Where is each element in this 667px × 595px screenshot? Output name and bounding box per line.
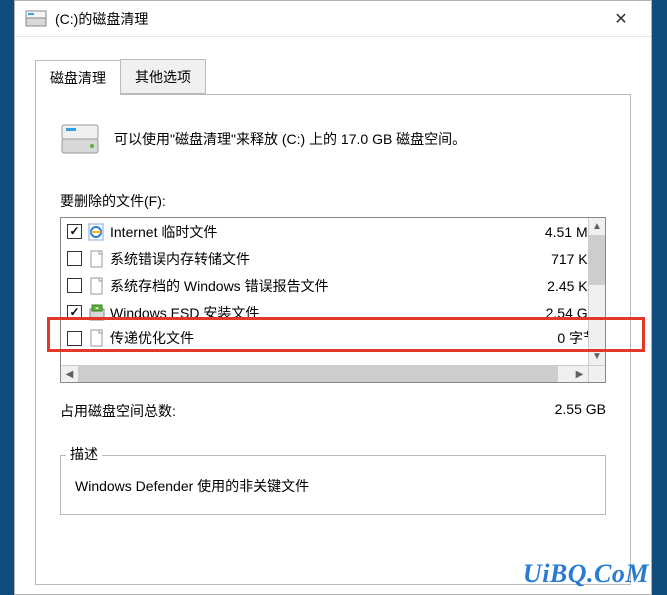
file-name: Internet 临时文件 bbox=[110, 222, 519, 242]
file-row[interactable]: Windows ESD 安装文件2.54 GB bbox=[61, 299, 605, 326]
scroll-up-button[interactable]: ▲ bbox=[589, 218, 605, 235]
checkbox[interactable] bbox=[67, 278, 82, 293]
checkbox[interactable] bbox=[67, 224, 82, 239]
file-type-icon bbox=[88, 329, 106, 347]
total-value: 2.55 GB bbox=[555, 401, 606, 421]
file-size: 717 KB bbox=[519, 251, 599, 267]
tab-other-options[interactable]: 其他选项 bbox=[120, 59, 206, 94]
tab-strip: 磁盘清理 其他选项 bbox=[35, 59, 631, 95]
file-size: 2.45 KB bbox=[519, 278, 599, 294]
scroll-right-button[interactable]: ▶ bbox=[571, 366, 588, 382]
scroll-left-button[interactable]: ◀ bbox=[61, 366, 78, 382]
scroll-corner bbox=[588, 365, 605, 382]
description-text: Windows Defender 使用的非关键文件 bbox=[60, 455, 606, 515]
file-name: 系统存档的 Windows 错误报告文件 bbox=[110, 276, 519, 296]
file-type-icon bbox=[88, 223, 106, 241]
window-title: (C:)的磁盘清理 bbox=[55, 9, 601, 29]
horizontal-scrollbar[interactable]: ◀ ▶ bbox=[61, 365, 588, 382]
watermark-text: UiBQ.CoM bbox=[523, 559, 649, 589]
checkbox[interactable] bbox=[67, 331, 82, 346]
file-name: Windows ESD 安装文件 bbox=[110, 303, 519, 323]
intro-row: 可以使用"磁盘清理"来释放 (C:) 上的 17.0 GB 磁盘空间。 bbox=[60, 121, 606, 157]
total-row: 占用磁盘空间总数: 2.55 GB bbox=[60, 401, 606, 421]
file-size: 4.51 MB bbox=[519, 224, 599, 240]
file-type-icon bbox=[88, 250, 106, 268]
titlebar: (C:)的磁盘清理 ✕ bbox=[15, 1, 651, 37]
scroll-thumb-vertical[interactable] bbox=[589, 235, 605, 285]
description-group: 描述 Windows Defender 使用的非关键文件 bbox=[60, 435, 606, 515]
scroll-down-button[interactable]: ▼ bbox=[589, 348, 605, 365]
file-row[interactable]: 系统错误内存转储文件717 KB bbox=[61, 245, 605, 272]
vertical-scrollbar[interactable]: ▲ ▼ bbox=[588, 218, 605, 365]
file-type-icon bbox=[88, 304, 106, 322]
file-row[interactable]: 传递优化文件0 字节 bbox=[61, 326, 605, 350]
checkbox[interactable] bbox=[67, 305, 82, 320]
cleanup-drive-icon bbox=[60, 121, 100, 157]
disk-cleanup-window: (C:)的磁盘清理 ✕ 磁盘清理 其他选项 可以使用"磁盘清理"来释放 (C:)… bbox=[14, 0, 652, 595]
description-legend: 描述 bbox=[66, 444, 102, 464]
tab-disk-cleanup[interactable]: 磁盘清理 bbox=[35, 60, 121, 95]
checkbox[interactable] bbox=[67, 251, 82, 266]
file-row[interactable]: 系统存档的 Windows 错误报告文件2.45 KB bbox=[61, 272, 605, 299]
intro-text: 可以使用"磁盘清理"来释放 (C:) 上的 17.0 GB 磁盘空间。 bbox=[114, 129, 466, 150]
tab-panel: 可以使用"磁盘清理"来释放 (C:) 上的 17.0 GB 磁盘空间。 要删除的… bbox=[35, 95, 631, 585]
file-row[interactable]: Internet 临时文件4.51 MB bbox=[61, 218, 605, 245]
file-name: 系统错误内存转储文件 bbox=[110, 249, 519, 269]
file-name: 传递优化文件 bbox=[110, 328, 519, 348]
total-label: 占用磁盘空间总数: bbox=[60, 401, 555, 421]
scroll-thumb-horizontal[interactable] bbox=[78, 366, 558, 382]
window-body: 磁盘清理 其他选项 可以使用"磁盘清理"来释放 (C:) 上的 17.0 GB … bbox=[15, 37, 651, 594]
file-type-icon bbox=[88, 277, 106, 295]
file-size: 0 字节 bbox=[519, 328, 599, 348]
files-to-delete-label: 要删除的文件(F): bbox=[60, 191, 606, 211]
file-size: 2.54 GB bbox=[519, 305, 599, 321]
file-list: Internet 临时文件4.51 MB系统错误内存转储文件717 KB系统存档… bbox=[60, 217, 606, 383]
drive-icon bbox=[25, 10, 47, 28]
close-button[interactable]: ✕ bbox=[601, 5, 641, 33]
